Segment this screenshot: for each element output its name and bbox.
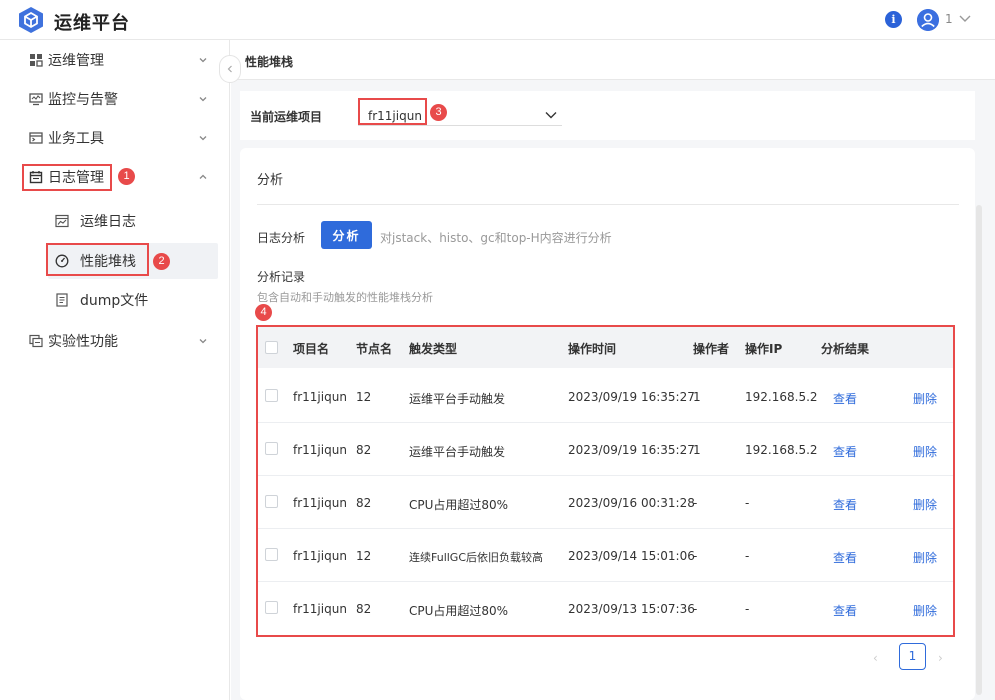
chevron-down-icon[interactable] xyxy=(544,108,558,122)
chevron-left-icon xyxy=(227,65,232,73)
annotation-box xyxy=(358,98,427,125)
sidebar-item-ops-management[interactable]: 运维管理 xyxy=(0,40,230,79)
chevron-down-icon xyxy=(199,96,207,101)
info-icon[interactable]: i xyxy=(885,11,902,28)
chevron-down-icon xyxy=(199,338,207,343)
analyze-hint: 对jstack、histo、gc和top-H内容进行分析 xyxy=(380,231,612,245)
pagination-next-icon[interactable]: › xyxy=(938,651,952,665)
divider xyxy=(257,204,959,205)
annotation-badge: 3 xyxy=(430,104,447,121)
terminal-icon xyxy=(29,131,43,144)
breadcrumb-bar xyxy=(231,40,995,80)
user-avatar-icon[interactable] xyxy=(917,9,939,31)
sidebar-item-label: 监控与告警 xyxy=(48,91,118,108)
records-title: 分析记录 xyxy=(257,270,306,284)
sidebar-subitem-label: 运维日志 xyxy=(80,214,136,230)
project-card xyxy=(240,91,975,140)
chevron-up-icon xyxy=(199,174,207,179)
sidebar-item-label: 业务工具 xyxy=(48,130,104,147)
sidebar-item-label: 实验性功能 xyxy=(48,333,118,350)
sidebar-subitem-dump-file[interactable]: dump文件 xyxy=(48,282,218,318)
monitor-icon xyxy=(29,92,43,105)
grid-icon xyxy=(30,53,43,67)
analysis-title: 分析 xyxy=(257,173,284,188)
records-description: 包含自动和手动触发的性能堆栈分析 xyxy=(257,291,433,304)
top-bar: 运维平台 i 1 xyxy=(0,0,995,40)
annotation-box xyxy=(22,164,112,191)
breadcrumb: 性能堆栈 xyxy=(245,55,294,69)
annotation-badge: 1 xyxy=(118,168,135,185)
sidebar-item-monitoring[interactable]: 监控与告警 xyxy=(0,79,230,118)
sidebar-item-label: 运维管理 xyxy=(48,52,104,69)
sidebar-subitem-label: dump文件 xyxy=(80,293,149,309)
app-title: 运维平台 xyxy=(54,13,130,34)
pagination-page[interactable]: 1 xyxy=(899,643,926,670)
scrollbar[interactable] xyxy=(976,205,982,695)
project-label: 当前运维项目 xyxy=(250,110,323,124)
annotation-badge: 2 xyxy=(153,253,170,270)
sidebar-item-business-tools[interactable]: 业务工具 xyxy=(0,118,230,157)
user-name[interactable]: 1 xyxy=(945,12,953,26)
sidebar-collapse-button[interactable] xyxy=(219,55,241,83)
chart-icon xyxy=(55,214,69,228)
sidebar-subitem-ops-log[interactable]: 运维日志 xyxy=(48,203,218,239)
chevron-down-icon xyxy=(199,57,207,62)
file-icon xyxy=(56,293,68,307)
log-analysis-label: 日志分析 xyxy=(257,231,306,245)
annotation-box xyxy=(256,325,955,637)
analyze-button[interactable]: 分析 xyxy=(321,221,372,249)
annotation-box xyxy=(46,243,149,276)
annotation-badge: 4 xyxy=(255,304,272,321)
chevron-down-icon xyxy=(199,135,207,140)
chevron-down-icon[interactable] xyxy=(958,11,972,25)
sidebar-item-experimental[interactable]: 实验性功能 xyxy=(0,321,230,360)
pagination-prev-icon[interactable]: ‹ xyxy=(873,651,887,665)
logo-icon xyxy=(19,7,43,33)
lab-icon xyxy=(29,334,43,347)
